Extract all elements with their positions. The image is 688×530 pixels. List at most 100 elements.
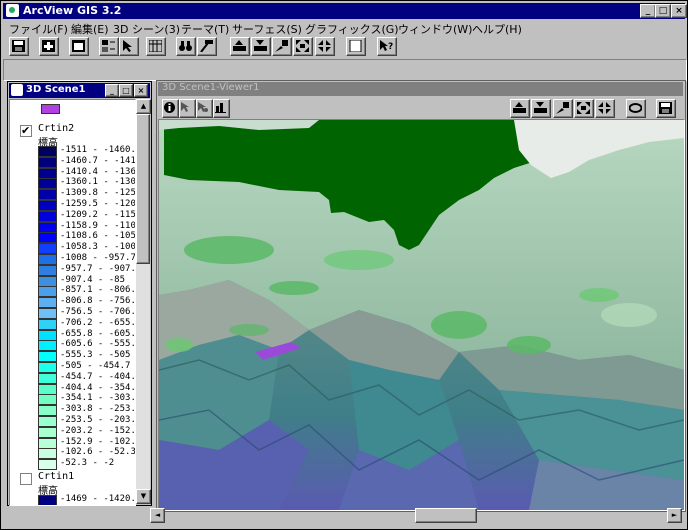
zoom-active-icon	[275, 40, 288, 52]
legend-window-title-bar: 3D Scene1 _ □ ×	[9, 83, 150, 98]
add-theme-button[interactable]	[39, 37, 59, 56]
legend-class-swatch	[38, 200, 57, 211]
menu-theme[interactable]: テーマ(T)	[181, 21, 229, 37]
identify-button[interactable]	[162, 99, 179, 118]
viewer-rotate-button[interactable]	[626, 99, 646, 118]
legend-class-swatch	[38, 243, 57, 255]
legend-class-label: -857.1 - -806.	[60, 285, 136, 296]
legend-class-label: -1108.6 - -105	[60, 231, 136, 242]
viewer-save-button[interactable]	[656, 99, 676, 118]
query-button[interactable]	[197, 37, 217, 56]
legend-class-swatch	[38, 146, 57, 157]
legend-class-label: -52.3 - -2	[60, 458, 115, 469]
minimize-button[interactable]: _	[640, 4, 656, 18]
table-icon	[149, 40, 162, 52]
legend-class-swatch	[38, 394, 57, 406]
find-button[interactable]	[176, 37, 196, 56]
legend-class-label: -957.7 - -907.	[60, 263, 136, 274]
theme2-name[interactable]: Crtin1	[38, 471, 74, 482]
legend-class-label: -907.4 - -85	[60, 274, 126, 285]
viewer-title-bar: 3D Scene1-Viewer1	[158, 82, 683, 96]
properties-button[interactable]	[69, 37, 89, 56]
scroll-up-arrow[interactable]: ▲	[136, 99, 151, 114]
legend-class-label: -102.6 - -52.3	[60, 447, 136, 458]
help-button[interactable]: ?	[377, 37, 397, 56]
legend-class-swatch	[38, 254, 57, 265]
menu-surface[interactable]: サーフェス(S)	[232, 21, 302, 37]
legend-class-label: -1209.2 - -115	[60, 209, 136, 220]
scene-viewer-window: 3D Scene1-Viewer1	[156, 80, 686, 512]
close-button[interactable]: ×	[671, 4, 687, 18]
viewer-full-extent-button[interactable]	[574, 99, 594, 118]
pointer-icon	[181, 102, 189, 112]
theme-table-of-contents[interactable]: ✔ Crtin2 標高 -1511 - -1460. -1460.7 - -141…	[9, 99, 136, 506]
maximize-button[interactable]: □	[655, 4, 671, 18]
legend-class-label: -756.5 - -706.	[60, 307, 136, 317]
legend-class-swatch	[38, 286, 57, 298]
scroll-down-arrow[interactable]: ▼	[136, 489, 151, 504]
legend-class-label: -1158.9 - -110	[60, 220, 136, 231]
fly-button[interactable]	[213, 99, 230, 118]
mdi-scroll-left-arrow[interactable]: ◄	[150, 508, 165, 523]
menu-edit[interactable]: 編集(E)	[71, 21, 109, 37]
viewer-zoom-in-button[interactable]	[510, 99, 530, 118]
viewer-zoom-active-button[interactable]	[553, 99, 573, 118]
save-button[interactable]	[9, 37, 29, 56]
theme1-name[interactable]: Crtin2	[38, 123, 74, 134]
legend-class-swatch	[38, 167, 57, 179]
legend-class-label: -1008 - -957.7	[60, 253, 136, 263]
layout-button[interactable]	[346, 37, 366, 56]
zoom-active-icon	[556, 102, 569, 114]
legend-icon	[102, 40, 115, 52]
legend-class-label: -555.3 - -505	[60, 350, 131, 361]
viewer-zoom-extent-button[interactable]	[595, 99, 615, 118]
zoom-in-button[interactable]	[230, 37, 250, 56]
navigate-button[interactable]	[179, 99, 196, 118]
window-icon	[72, 40, 85, 52]
full-extent-button[interactable]	[293, 37, 313, 56]
legend-class-swatch	[38, 189, 57, 201]
zoom-active-button[interactable]	[272, 37, 292, 56]
theme1-visibility-checkbox[interactable]: ✔	[20, 125, 32, 137]
mdi-scroll-right-arrow[interactable]: ►	[667, 508, 682, 523]
legend-maximize-button[interactable]: □	[119, 84, 133, 97]
legend-class-label: -404.4 - -354.	[60, 382, 136, 393]
menu-file[interactable]: ファイル(F)	[9, 21, 68, 37]
legend-class-swatch	[38, 275, 57, 287]
legend-class-swatch	[38, 318, 57, 330]
legend-editor-button[interactable]	[99, 37, 119, 56]
viewer-zoom-out-button[interactable]	[531, 99, 551, 118]
legend-class-swatch	[38, 308, 57, 319]
zoom-out-button[interactable]	[251, 37, 271, 56]
terrain-rendering	[159, 120, 684, 510]
legend-close-button[interactable]: ×	[134, 84, 148, 97]
legend-class-label: -806.8 - -756.	[60, 296, 136, 307]
menu-graphics[interactable]: グラフィックス(G)	[305, 21, 399, 37]
rotate-icon	[629, 103, 642, 113]
zoom-extent-button[interactable]	[315, 37, 335, 56]
3d-scene-viewport[interactable]	[158, 119, 685, 511]
legend-class-swatch	[38, 156, 57, 168]
legend-class-label: -303.8 - -253.	[60, 404, 136, 415]
scroll-thumb[interactable]	[136, 114, 150, 264]
legend-class-swatch	[38, 210, 57, 222]
legend-class-swatch	[38, 221, 57, 233]
menu-window[interactable]: ウィンドウ(W)	[398, 21, 472, 37]
legend-class-swatch	[38, 178, 57, 190]
legend-minimize-button[interactable]: _	[105, 84, 119, 97]
hammer-icon	[200, 40, 213, 52]
legend-class-label: -253.5 - -203.	[60, 415, 136, 425]
menu-3d-scene[interactable]: 3D シーン(3)	[113, 21, 180, 37]
theme2-visibility-checkbox[interactable]	[20, 473, 32, 485]
table-button[interactable]	[146, 37, 166, 56]
theme2-class-swatch	[38, 495, 57, 505]
legend-scrollbar[interactable]: ▲ ▼	[136, 99, 151, 504]
legend-class-label: -1360.1 - -130	[60, 177, 136, 188]
menu-help[interactable]: ヘルプ(H)	[472, 21, 522, 37]
legend-class-swatch	[38, 351, 57, 363]
legend-class-swatch	[38, 232, 57, 244]
legend-class-swatch	[38, 362, 57, 373]
select-button[interactable]	[119, 37, 139, 56]
zoom-tool-button[interactable]	[196, 99, 213, 118]
mdi-scroll-thumb[interactable]	[415, 508, 477, 523]
